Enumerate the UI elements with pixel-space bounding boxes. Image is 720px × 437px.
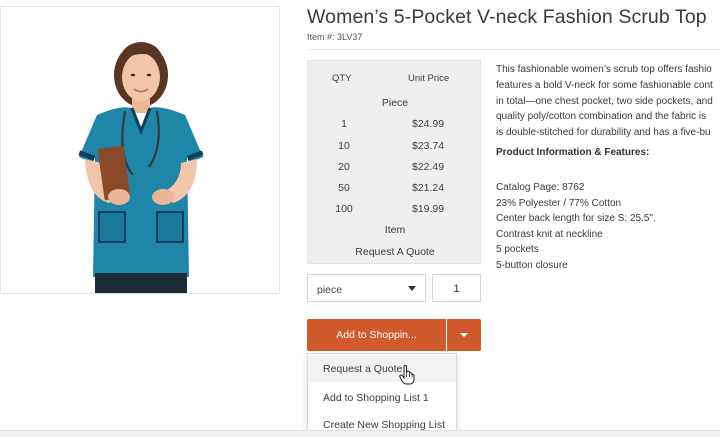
spec-line: 23% Polyester / 77% Cotton (496, 197, 622, 209)
quantity-input[interactable]: 1 (432, 274, 481, 302)
hand-pointer-icon (399, 365, 415, 385)
price-row: 1 $24.99 (308, 118, 482, 140)
price-row-price: $22.49 (412, 161, 445, 173)
unit-price-header: Unit Price (408, 73, 450, 84)
scrub-top-model-illustration (78, 42, 204, 293)
menu-item-request-quote[interactable]: Request a Quote (308, 355, 456, 382)
add-to-shopping-button[interactable]: Add to Shoppin... (307, 319, 446, 351)
spec-line: Catalog Page: 8762 (496, 182, 585, 193)
item-label: Item (384, 224, 406, 236)
price-row-price: $21.24 (412, 182, 445, 194)
price-row: 20 $22.49 (308, 161, 482, 183)
unit-label: Piece (381, 97, 409, 109)
price-row-qty: 1 (341, 118, 347, 130)
description-line: features a bold V-neck for some fashiona… (496, 79, 713, 91)
chevron-down-icon (408, 286, 416, 291)
price-row: 10 $23.74 (308, 140, 482, 162)
product-description: This fashionable women’s scrub top offer… (496, 62, 720, 141)
price-row-qty: 20 (338, 161, 350, 173)
price-row: 50 $21.24 (308, 182, 482, 204)
price-row-qty: 50 (338, 182, 350, 194)
spec-line: Contrast knit at neckline (496, 228, 603, 240)
qty-header: QTY (332, 73, 352, 84)
item-number: Item #: 3LV37 (307, 32, 363, 42)
price-row-price: $23.74 (412, 140, 445, 152)
spec-line: Center back length for size S: 25.5". (496, 213, 656, 225)
title-divider (307, 49, 720, 50)
price-row-qty: 10 (338, 140, 350, 152)
chevron-down-icon (460, 333, 468, 337)
features-heading: Product Information & Features: (496, 147, 650, 158)
menu-item-add-to-shopping-list[interactable]: Add to Shopping List 1 (308, 384, 456, 411)
product-image[interactable] (0, 6, 280, 294)
price-table: QTY Unit Price Piece 1 $24.99 10 $23.74 … (307, 60, 481, 264)
price-row: 100 $19.99 (308, 203, 482, 225)
add-options-toggle[interactable] (447, 319, 481, 351)
product-title: Women’s 5-Pocket V-neck Fashion Scrub To… (307, 6, 707, 28)
price-row-price: $24.99 (412, 118, 445, 130)
add-options-menu: Request a Quote Add to Shopping List 1 C… (307, 353, 457, 437)
price-row-qty: 100 (335, 203, 353, 215)
product-specs: Catalog Page: 8762 23% Polyester / 77% C… (496, 180, 656, 274)
page-bottom-border (0, 430, 720, 437)
unit-select-value: piece (317, 284, 343, 296)
price-row-price: $19.99 (412, 203, 445, 215)
description-line: in total—one chest pocket, two side pock… (496, 95, 713, 107)
spec-line: 5 pockets (496, 244, 539, 256)
unit-select[interactable]: piece (307, 274, 426, 302)
description-line: quality poly/cotton combination and the … (496, 111, 707, 123)
spec-line: 5-button closure (496, 259, 568, 271)
description-line: is double-stitched for durability and ha… (496, 127, 711, 139)
request-a-quote-link[interactable]: Request A Quote (308, 246, 482, 258)
description-line: This fashionable women’s scrub top offer… (496, 64, 712, 75)
